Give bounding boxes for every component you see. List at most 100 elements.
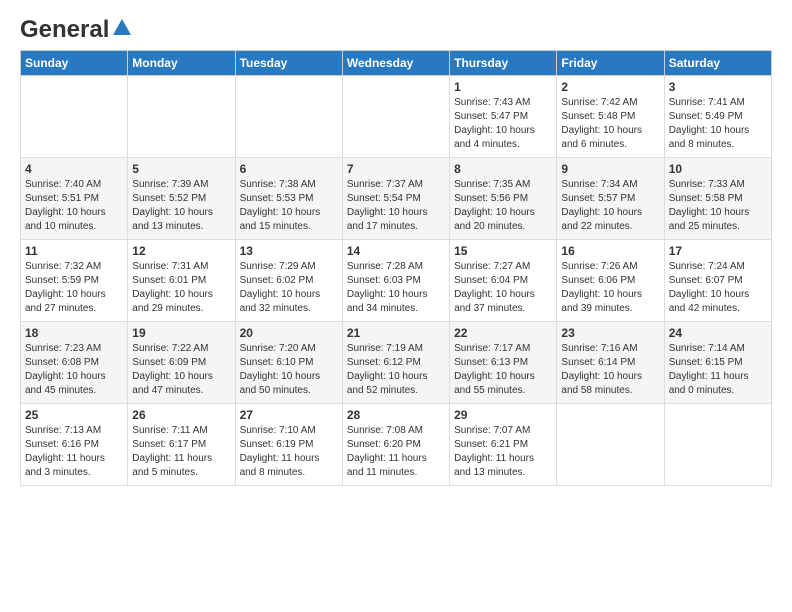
calendar-cell <box>664 404 771 486</box>
day-number: 16 <box>561 244 659 258</box>
day-info: Sunrise: 7:34 AMSunset: 5:57 PMDaylight:… <box>561 178 659 234</box>
day-number: 1 <box>454 80 552 94</box>
day-info: Sunrise: 7:39 AMSunset: 5:52 PMDaylight:… <box>132 178 230 234</box>
calendar-cell: 10 Sunrise: 7:33 AMSunset: 5:58 PMDayligh… <box>664 158 771 240</box>
day-number: 27 <box>240 408 338 422</box>
day-info: Sunrise: 7:33 AMSunset: 5:58 PMDaylight:… <box>669 178 767 234</box>
day-number: 29 <box>454 408 552 422</box>
logo-general: General <box>20 16 109 44</box>
calendar-cell: 13 Sunrise: 7:29 AMSunset: 6:02 PMDayligh… <box>235 240 342 322</box>
day-info: Sunrise: 7:28 AMSunset: 6:03 PMDaylight:… <box>347 260 445 316</box>
day-info: Sunrise: 7:27 AMSunset: 6:04 PMDaylight:… <box>454 260 552 316</box>
calendar-cell: 19 Sunrise: 7:22 AMSunset: 6:09 PMDayligh… <box>128 322 235 404</box>
day-number: 24 <box>669 326 767 340</box>
day-number: 22 <box>454 326 552 340</box>
day-number: 18 <box>25 326 123 340</box>
calendar-cell <box>21 76 128 158</box>
day-info: Sunrise: 7:40 AMSunset: 5:51 PMDaylight:… <box>25 178 123 234</box>
day-number: 21 <box>347 326 445 340</box>
calendar-cell: 20 Sunrise: 7:20 AMSunset: 6:10 PMDayligh… <box>235 322 342 404</box>
calendar-cell: 5 Sunrise: 7:39 AMSunset: 5:52 PMDaylight… <box>128 158 235 240</box>
header-row: SundayMondayTuesdayWednesdayThursdayFrid… <box>21 51 772 76</box>
day-number: 23 <box>561 326 659 340</box>
day-number: 15 <box>454 244 552 258</box>
day-info: Sunrise: 7:35 AMSunset: 5:56 PMDaylight:… <box>454 178 552 234</box>
day-info: Sunrise: 7:31 AMSunset: 6:01 PMDaylight:… <box>132 260 230 316</box>
day-info: Sunrise: 7:14 AMSunset: 6:15 PMDaylight:… <box>669 342 767 398</box>
calendar-cell: 15 Sunrise: 7:27 AMSunset: 6:04 PMDayligh… <box>450 240 557 322</box>
calendar-cell: 22 Sunrise: 7:17 AMSunset: 6:13 PMDayligh… <box>450 322 557 404</box>
calendar-cell: 18 Sunrise: 7:23 AMSunset: 6:08 PMDayligh… <box>21 322 128 404</box>
day-info: Sunrise: 7:38 AMSunset: 5:53 PMDaylight:… <box>240 178 338 234</box>
day-number: 10 <box>669 162 767 176</box>
day-number: 8 <box>454 162 552 176</box>
day-number: 28 <box>347 408 445 422</box>
calendar-cell: 29 Sunrise: 7:07 AMSunset: 6:21 PMDayligh… <box>450 404 557 486</box>
week-row-1: 1 Sunrise: 7:43 AMSunset: 5:47 PMDaylight… <box>21 76 772 158</box>
day-info: Sunrise: 7:10 AMSunset: 6:19 PMDaylight:… <box>240 424 338 480</box>
calendar-cell: 9Sunrise: 7:34 AMSunset: 5:57 PMDaylight… <box>557 158 664 240</box>
col-header-wednesday: Wednesday <box>342 51 449 76</box>
day-info: Sunrise: 7:11 AMSunset: 6:17 PMDaylight:… <box>132 424 230 480</box>
day-info: Sunrise: 7:42 AMSunset: 5:48 PMDaylight:… <box>561 96 659 152</box>
day-info: Sunrise: 7:17 AMSunset: 6:13 PMDaylight:… <box>454 342 552 398</box>
calendar-cell <box>557 404 664 486</box>
calendar-cell: 3 Sunrise: 7:41 AMSunset: 5:49 PMDaylight… <box>664 76 771 158</box>
calendar-cell: 23 Sunrise: 7:16 AMSunset: 6:14 PMDayligh… <box>557 322 664 404</box>
day-number: 25 <box>25 408 123 422</box>
day-info: Sunrise: 7:16 AMSunset: 6:14 PMDaylight:… <box>561 342 659 398</box>
calendar-cell: 1 Sunrise: 7:43 AMSunset: 5:47 PMDaylight… <box>450 76 557 158</box>
header: General <box>20 16 772 40</box>
day-info: Sunrise: 7:43 AMSunset: 5:47 PMDaylight:… <box>454 96 552 152</box>
day-info: Sunrise: 7:37 AMSunset: 5:54 PMDaylight:… <box>347 178 445 234</box>
col-header-sunday: Sunday <box>21 51 128 76</box>
calendar-cell: 26 Sunrise: 7:11 AMSunset: 6:17 PMDayligh… <box>128 404 235 486</box>
day-number: 14 <box>347 244 445 258</box>
calendar-cell <box>342 76 449 158</box>
col-header-monday: Monday <box>128 51 235 76</box>
day-info: Sunrise: 7:26 AMSunset: 6:06 PMDaylight:… <box>561 260 659 316</box>
day-info: Sunrise: 7:22 AMSunset: 6:09 PMDaylight:… <box>132 342 230 398</box>
week-row-3: 11 Sunrise: 7:32 AMSunset: 5:59 PMDayligh… <box>21 240 772 322</box>
day-number: 2 <box>561 80 659 94</box>
calendar-cell: 25 Sunrise: 7:13 AMSunset: 6:16 PMDayligh… <box>21 404 128 486</box>
calendar-table: SundayMondayTuesdayWednesdayThursdayFrid… <box>20 50 772 486</box>
day-number: 7 <box>347 162 445 176</box>
day-info: Sunrise: 7:13 AMSunset: 6:16 PMDaylight:… <box>25 424 123 480</box>
week-row-5: 25 Sunrise: 7:13 AMSunset: 6:16 PMDayligh… <box>21 404 772 486</box>
day-number: 19 <box>132 326 230 340</box>
col-header-thursday: Thursday <box>450 51 557 76</box>
day-number: 6 <box>240 162 338 176</box>
day-info: Sunrise: 7:24 AMSunset: 6:07 PMDaylight:… <box>669 260 767 316</box>
calendar-cell <box>235 76 342 158</box>
day-number: 20 <box>240 326 338 340</box>
day-number: 13 <box>240 244 338 258</box>
day-number: 17 <box>669 244 767 258</box>
calendar-cell: 24 Sunrise: 7:14 AMSunset: 6:15 PMDayligh… <box>664 322 771 404</box>
day-number: 26 <box>132 408 230 422</box>
day-number: 5 <box>132 162 230 176</box>
day-info: Sunrise: 7:29 AMSunset: 6:02 PMDaylight:… <box>240 260 338 316</box>
calendar-cell: 16 Sunrise: 7:26 AMSunset: 6:06 PMDayligh… <box>557 240 664 322</box>
day-number: 3 <box>669 80 767 94</box>
day-number: 12 <box>132 244 230 258</box>
calendar-cell: 2 Sunrise: 7:42 AMSunset: 5:48 PMDaylight… <box>557 76 664 158</box>
calendar-cell: 21 Sunrise: 7:19 AMSunset: 6:12 PMDayligh… <box>342 322 449 404</box>
col-header-tuesday: Tuesday <box>235 51 342 76</box>
day-info: Sunrise: 7:41 AMSunset: 5:49 PMDaylight:… <box>669 96 767 152</box>
calendar-cell: 28 Sunrise: 7:08 AMSunset: 6:20 PMDayligh… <box>342 404 449 486</box>
day-number: 4 <box>25 162 123 176</box>
day-info: Sunrise: 7:08 AMSunset: 6:20 PMDaylight:… <box>347 424 445 480</box>
day-info: Sunrise: 7:20 AMSunset: 6:10 PMDaylight:… <box>240 342 338 398</box>
day-info: Sunrise: 7:23 AMSunset: 6:08 PMDaylight:… <box>25 342 123 398</box>
day-info: Sunrise: 7:07 AMSunset: 6:21 PMDaylight:… <box>454 424 552 480</box>
calendar-cell: 7 Sunrise: 7:37 AMSunset: 5:54 PMDaylight… <box>342 158 449 240</box>
day-number: 11 <box>25 244 123 258</box>
col-header-saturday: Saturday <box>664 51 771 76</box>
calendar-cell: 6 Sunrise: 7:38 AMSunset: 5:53 PMDaylight… <box>235 158 342 240</box>
calendar-cell <box>128 76 235 158</box>
calendar-cell: 17 Sunrise: 7:24 AMSunset: 6:07 PMDayligh… <box>664 240 771 322</box>
page-container: General SundayMondayTuesdayWednesdayThur… <box>0 0 792 496</box>
day-info: Sunrise: 7:19 AMSunset: 6:12 PMDaylight:… <box>347 342 445 398</box>
day-info: Sunrise: 7:32 AMSunset: 5:59 PMDaylight:… <box>25 260 123 316</box>
